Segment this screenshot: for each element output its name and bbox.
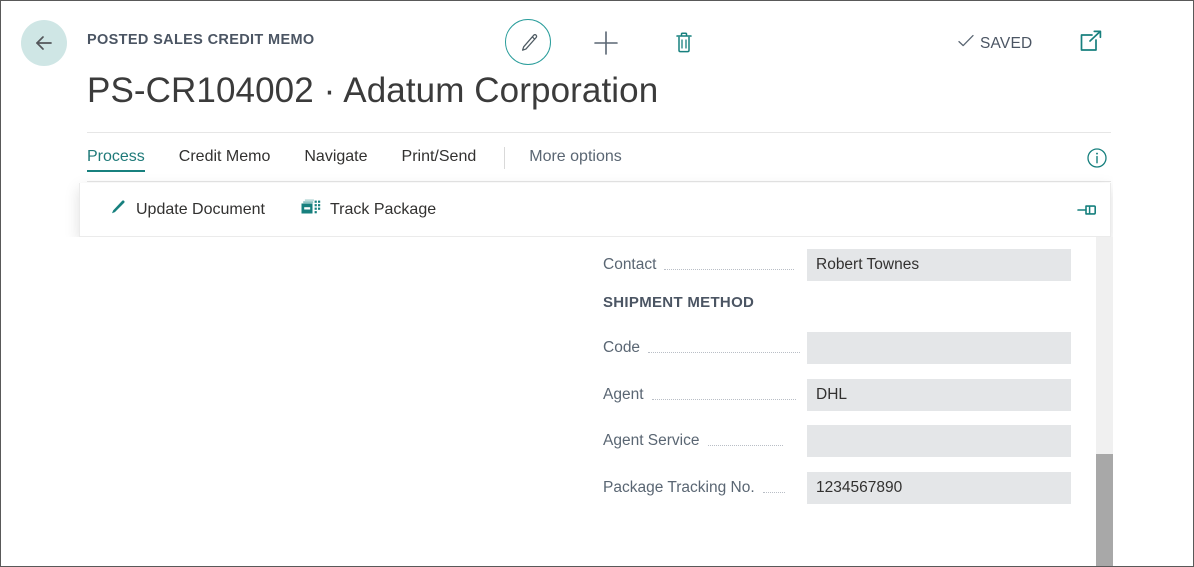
dot-leader [652, 398, 796, 400]
field-label: Agent [603, 386, 644, 404]
tab-process[interactable]: Process [87, 148, 145, 168]
tab-label: Process [87, 148, 145, 165]
info-button[interactable] [1085, 146, 1109, 170]
field-code-label-group: Code [603, 332, 800, 364]
ribbon-tabstrip: Process Credit Memo Navigate Print/Send … [87, 132, 1111, 182]
tab-navigate[interactable]: Navigate [304, 148, 367, 168]
back-button[interactable] [21, 20, 67, 66]
field-agent-service-input[interactable] [807, 425, 1071, 457]
open-in-new-window-button[interactable] [1075, 28, 1107, 58]
breadcrumb-eyebrow: POSTED SALES CREDIT MEMO [87, 32, 315, 48]
field-value: Robert Townes [816, 256, 919, 274]
package-tracking-icon [300, 198, 321, 222]
vertical-scrollbar-thumb[interactable] [1096, 454, 1113, 567]
field-contact-label-group: Contact [603, 249, 794, 281]
dot-leader [763, 491, 785, 493]
action-update-document[interactable]: Update Document [109, 183, 265, 237]
action-label: Update Document [136, 201, 265, 219]
dot-leader [648, 351, 800, 353]
action-track-package[interactable]: Track Package [300, 183, 436, 237]
field-value: DHL [816, 386, 847, 404]
field-label: Agent Service [603, 432, 700, 450]
edit-button[interactable] [505, 19, 551, 65]
checkmark-icon [956, 31, 976, 56]
field-label: Contact [603, 256, 656, 274]
page-title: PS-CR104002 · Adatum Corporation [87, 71, 658, 111]
field-agent-input[interactable]: DHL [807, 379, 1071, 411]
dot-leader [708, 444, 783, 446]
trash-icon [669, 46, 699, 63]
field-label: Package Tracking No. [603, 479, 755, 497]
tab-divider [504, 147, 505, 169]
tab-more-options[interactable]: More options [529, 148, 622, 168]
tab-print-send[interactable]: Print/Send [402, 148, 477, 168]
dot-leader [664, 268, 794, 270]
info-circle-icon [1085, 157, 1109, 174]
tab-label: More options [529, 148, 622, 165]
delete-button[interactable] [669, 27, 699, 59]
pin-panel-button[interactable] [1076, 200, 1098, 220]
tabs-container: Process Credit Memo Navigate Print/Send … [87, 133, 656, 182]
plus-icon [590, 46, 622, 63]
field-value: 1234567890 [816, 479, 902, 497]
field-package-tracking-input[interactable]: 1234567890 [807, 472, 1071, 504]
pin-icon [1076, 207, 1098, 224]
status-badge: SAVED [956, 31, 1032, 56]
right-gutter [1113, 132, 1194, 567]
field-agent-label-group: Agent [603, 379, 796, 411]
new-button[interactable] [590, 27, 622, 59]
tab-label: Credit Memo [179, 148, 271, 165]
posted-sales-credit-memo-page: POSTED SALES CREDIT MEMO PS-CR104002 · A… [0, 0, 1194, 567]
shipment-details-form: Contact Robert Townes SHIPMENT METHOD Co… [1, 237, 1111, 567]
pencil-edit-icon [109, 199, 127, 222]
tab-label: Print/Send [402, 148, 477, 165]
field-contact-input[interactable]: Robert Townes [807, 249, 1071, 281]
field-code-input[interactable] [807, 332, 1071, 364]
tab-credit-memo[interactable]: Credit Memo [179, 148, 271, 168]
tab-label: Navigate [304, 148, 367, 165]
section-heading-shipment-method: SHIPMENT METHOD [603, 294, 754, 311]
process-actions-panel: Update Document Track Package [79, 183, 1111, 237]
action-label: Track Package [330, 201, 436, 219]
status-label: SAVED [980, 35, 1032, 53]
field-agent-service-label-group: Agent Service [603, 425, 783, 457]
field-label: Code [603, 339, 640, 357]
field-package-tracking-label-group: Package Tracking No. [603, 472, 785, 504]
open-in-new-window-icon [1075, 45, 1107, 62]
page-header: POSTED SALES CREDIT MEMO PS-CR104002 · A… [1, 1, 1194, 131]
